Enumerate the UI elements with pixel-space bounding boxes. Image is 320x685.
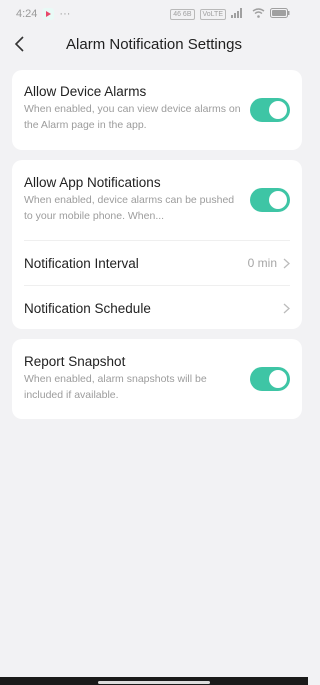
app-notification-icon [42,8,55,20]
report-snapshot-toggle[interactable] [250,367,290,391]
device-alarms-title: Allow Device Alarms [24,84,147,99]
toggle-knob [269,191,287,209]
status-more-dots: ··· [59,8,71,20]
page-title: Alarm Notification Settings [66,35,242,53]
notification-schedule-row[interactable]: Notification Schedule [12,286,302,330]
notification-interval-value: 0 min [247,256,277,270]
volte-icon: VoLTE [199,8,226,20]
status-bar: 4:24 ··· 46 6B VoLTE [0,0,308,28]
app-notifications-description: When enabled, device alarms can be pushe… [24,194,235,222]
toggle-knob [269,101,287,119]
report-snapshot-card: Report Snapshot When enabled, alarm snap… [12,339,302,419]
back-button[interactable] [8,32,32,56]
notification-interval-value-wrap: 0 min [248,256,290,270]
status-left: 4:24 ··· [16,8,70,20]
navigation-bar: Alarm Notification Settings [0,28,308,60]
app-notifications-toggle[interactable] [250,188,290,212]
home-indicator[interactable] [98,681,210,684]
signal-icon [231,8,247,20]
app-notifications-card: Allow App Notifications When enabled, de… [12,160,302,329]
device-alarms-description: When enabled, you can view device alarms… [24,103,241,131]
status-time: 4:24 [16,8,38,20]
notification-interval-row[interactable]: Notification Interval 0 min [12,241,302,285]
chevron-right-icon [283,258,290,268]
network-speed-icon: 46 6B [170,8,195,20]
device-alarms-toggle[interactable] [250,98,290,122]
status-right: 46 6B VoLTE [170,8,290,20]
device-alarms-card: Allow Device Alarms When enabled, you ca… [12,70,302,150]
app-notifications-title: Allow App Notifications [24,175,161,190]
report-snapshot-title: Report Snapshot [24,354,126,369]
notification-interval-label: Notification Interval [24,255,139,271]
system-navigation-bar [0,677,308,685]
notification-schedule-label: Notification Schedule [24,300,151,316]
toggle-knob [269,370,287,388]
chevron-right-icon [283,303,290,313]
wifi-icon [252,8,265,20]
chevron-left-icon [14,36,24,52]
report-snapshot-description: When enabled, alarm snapshots will be in… [24,373,207,401]
battery-icon [270,8,290,20]
